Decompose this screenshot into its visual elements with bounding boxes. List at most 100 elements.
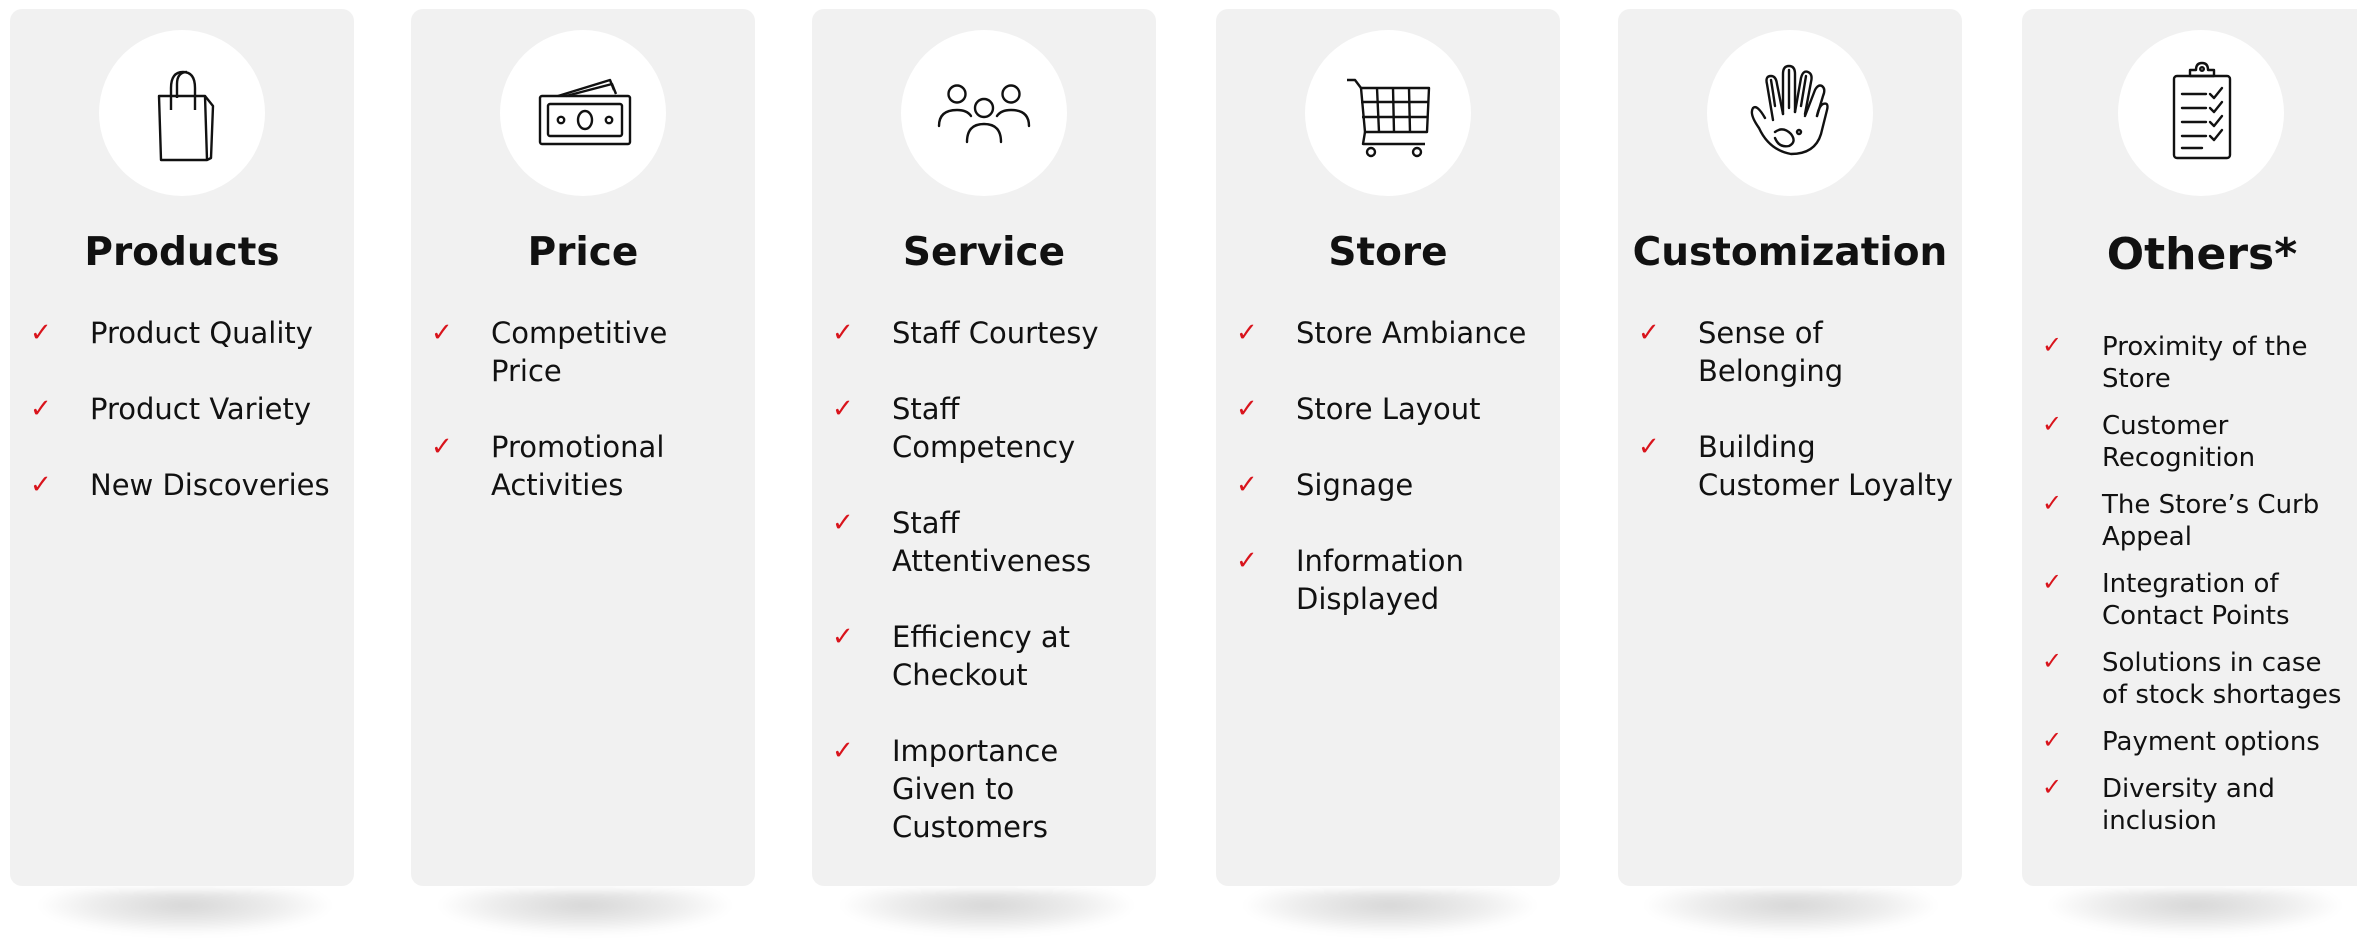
card-price: Price ✓ Competitive Price ✓ Promotional Ac…	[411, 9, 755, 886]
feature-list: ✓ Staff Courtesy ✓ Staff Competency ✓ Staff…	[832, 314, 1148, 884]
item-label: Customer Recognition	[2102, 411, 2256, 473]
check-icon: ✓	[2042, 568, 2063, 596]
card-shadow	[40, 890, 330, 934]
card-title: Service	[902, 230, 1066, 275]
item-label: Competitive Price	[491, 316, 668, 388]
check-icon: ✓	[1236, 470, 1258, 500]
shopping-bag-icon	[157, 70, 215, 162]
feature-list: ✓ Product Quality ✓ Product Variety ✓ New D…	[30, 314, 346, 542]
item-label: Proximity of the Store	[2102, 332, 2308, 394]
card-shadow	[440, 890, 730, 934]
feature-list: ✓ Store Ambiance ✓ Store Layout ✓ Signage ✓…	[1236, 314, 1552, 656]
list-item: ✓ Signage	[1236, 466, 1552, 504]
check-icon: ✓	[1236, 318, 1258, 348]
card-title: Others*	[2106, 229, 2298, 280]
card-service: Service ✓ Staff Courtesy ✓ Staff Competenc…	[812, 9, 1156, 886]
check-icon: ✓	[431, 432, 453, 462]
check-icon: ✓	[1236, 394, 1258, 424]
card-title: Price	[527, 230, 639, 275]
check-icon: ✓	[832, 736, 854, 766]
money-bill-icon	[538, 78, 632, 146]
item-label: Staff Courtesy	[892, 316, 1099, 350]
icon-circle	[99, 30, 265, 196]
list-item: ✓ Store Ambiance	[1236, 314, 1552, 352]
icon-circle	[2118, 30, 2284, 196]
item-label: Information Displayed	[1296, 544, 1464, 616]
check-icon: ✓	[2042, 647, 2063, 675]
feature-list: ✓ Competitive Price ✓ Promotional Activiti…	[431, 314, 747, 542]
check-icon: ✓	[2042, 773, 2063, 801]
list-item: ✓ Store Layout	[1236, 390, 1552, 428]
clipboard-checklist-icon	[2172, 61, 2232, 160]
card-customization: Customization ✓ Sense of Belonging ✓ Build…	[1618, 9, 1962, 886]
card-shadow	[1646, 890, 1936, 934]
list-item: ✓ Staff Courtesy	[832, 314, 1148, 352]
list-item: ✓ Efficiency at Checkout	[832, 618, 1148, 694]
check-icon: ✓	[2042, 726, 2063, 754]
item-label: Importance Given to Customers	[892, 734, 1059, 844]
list-item: ✓ Information Displayed	[1236, 542, 1552, 618]
list-item: ✓ Importance Given to Customers	[832, 732, 1148, 846]
list-item: ✓ Product Variety	[30, 390, 346, 428]
check-icon: ✓	[832, 318, 854, 348]
shopping-cart-icon	[1347, 78, 1431, 158]
list-item: ✓ The Store’s Curb Appeal	[2042, 489, 2349, 553]
item-label: Promotional Activities	[491, 430, 665, 502]
check-icon: ✓	[832, 622, 854, 652]
list-item: ✓ Diversity and inclusion	[2042, 773, 2349, 837]
item-label: Product Quality	[90, 316, 313, 350]
check-icon: ✓	[30, 394, 52, 424]
item-label: New Discoveries	[90, 468, 330, 502]
check-icon: ✓	[2042, 331, 2063, 359]
card-store: Store ✓ Store Ambiance ✓ Store Layout ✓ Sig…	[1216, 9, 1560, 886]
card-shadow	[2050, 890, 2340, 934]
item-label: Store Layout	[1296, 392, 1481, 426]
item-label: Integration of Contact Points	[2102, 569, 2290, 631]
item-label: Building Customer Loyalty	[1698, 430, 1953, 502]
card-products: Products ✓ Product Quality ✓ Product Varie…	[10, 9, 354, 886]
card-title: Customization	[1632, 230, 1948, 275]
check-icon: ✓	[832, 508, 854, 538]
item-label: Payment options	[2102, 727, 2320, 757]
list-item: ✓ Promotional Activities	[431, 428, 747, 504]
list-item: ✓ Integration of Contact Points	[2042, 568, 2349, 632]
card-shadow	[842, 890, 1132, 934]
check-icon: ✓	[30, 470, 52, 500]
list-item: ✓ Product Quality	[30, 314, 346, 352]
check-icon: ✓	[1236, 546, 1258, 576]
check-icon: ✓	[431, 318, 453, 348]
check-icon: ✓	[1638, 432, 1660, 462]
check-icon: ✓	[30, 318, 52, 348]
list-item: ✓ Staff Competency	[832, 390, 1148, 466]
icon-circle	[1305, 30, 1471, 196]
list-item: ✓ Staff Attentiveness	[832, 504, 1148, 580]
item-label: Staff Attentiveness	[892, 506, 1092, 578]
item-label: Staff Competency	[892, 392, 1076, 464]
card-title: Products	[84, 230, 280, 275]
feature-list: ✓ Proximity of the Store ✓ Customer Recogn…	[2042, 331, 2349, 852]
item-label: Sense of Belonging	[1698, 316, 1844, 388]
icon-circle	[500, 30, 666, 196]
item-label: Efficiency at Checkout	[892, 620, 1071, 692]
check-icon: ✓	[2042, 410, 2063, 438]
item-label: Product Variety	[90, 392, 312, 426]
list-item: ✓ Sense of Belonging	[1638, 314, 1954, 390]
card-others: Others* ✓ Proximity of the Store ✓ Custome…	[2022, 9, 2357, 886]
hand-print-icon	[1750, 64, 1829, 156]
icon-circle	[901, 30, 1067, 196]
item-label: Solutions in case of stock shortages	[2102, 648, 2342, 710]
list-item: ✓ Solutions in case of stock shortages	[2042, 647, 2349, 711]
list-item: ✓ Payment options	[2042, 726, 2349, 758]
item-label: Store Ambiance	[1296, 316, 1527, 350]
list-item: ✓ Competitive Price	[431, 314, 747, 390]
list-item: ✓ Building Customer Loyalty	[1638, 428, 1954, 504]
check-icon: ✓	[2042, 489, 2063, 517]
list-item: ✓ Customer Recognition	[2042, 410, 2349, 474]
list-item: ✓ New Discoveries	[30, 466, 346, 504]
item-label: Signage	[1296, 468, 1414, 502]
card-shadow	[1245, 890, 1535, 934]
people-group-icon	[937, 84, 1031, 144]
list-item: ✓ Proximity of the Store	[2042, 331, 2349, 395]
icon-circle	[1707, 30, 1873, 196]
card-title: Store	[1328, 230, 1448, 275]
